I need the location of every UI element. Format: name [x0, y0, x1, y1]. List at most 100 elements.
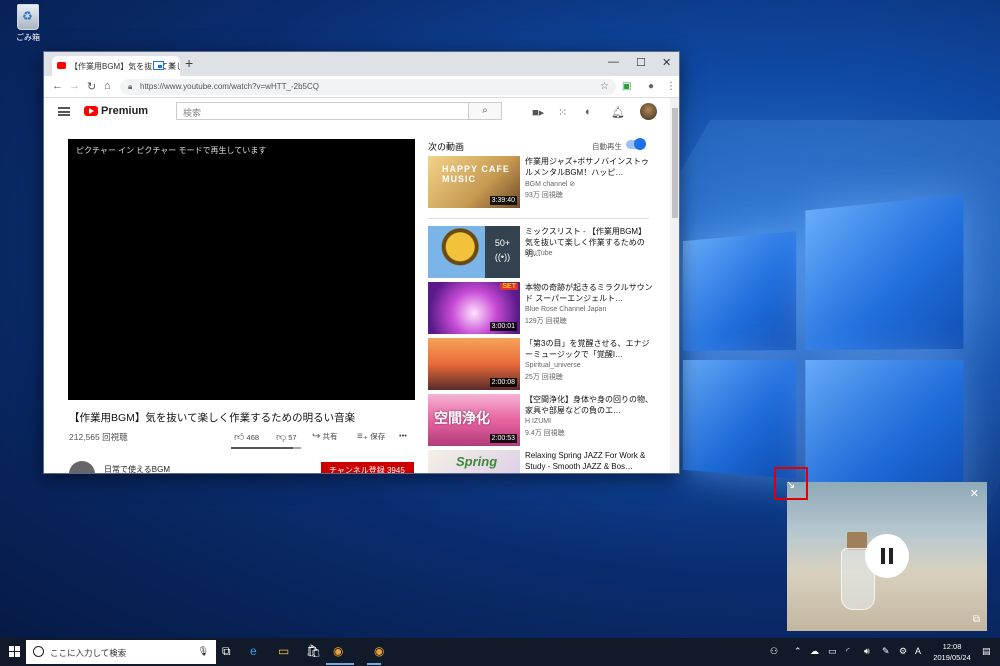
recommendation-thumbnail[interactable]: 2:00:08 — [428, 338, 520, 390]
youtube-brand[interactable]: Premium — [101, 105, 148, 117]
recycle-bin-shortcut[interactable]: ごみ箱 — [10, 4, 46, 43]
bookmark-star-icon[interactable]: ☆ — [600, 81, 609, 92]
youtube-header: Premium 検索 ⌕ ■▸ ⁙ ◐ 🔔︎ — [44, 98, 670, 126]
picture-in-picture-indicator-icon — [153, 61, 164, 70]
recommendation-thumbnail[interactable]: HAPPY CAFE MUSIC 3:39:40 — [428, 156, 520, 208]
show-hidden-icons-chevron-icon[interactable]: ⌃ — [794, 646, 802, 657]
forward-arrow-icon[interactable]: → — [69, 80, 80, 92]
close-window-button[interactable]: ✕ — [662, 56, 671, 69]
recommendation-thumbnail[interactable]: Spring — [428, 450, 520, 473]
playlist-count: 50+ — [494, 238, 511, 248]
recommendation-thumbnail[interactable]: 空間浄化 2:00:53 — [428, 394, 520, 446]
recommendation-item[interactable]: HAPPY CAFE MUSIC 3:39:40 作業用ジャズ+ボサノバインスト… — [428, 156, 658, 208]
start-windows-icon[interactable] — [9, 646, 21, 658]
maximize-button[interactable]: ☐ — [636, 56, 646, 69]
page-scrollbar[interactable] — [670, 98, 679, 473]
duration-badge: 2:00:53 — [489, 434, 517, 443]
share-icon: ↪ — [312, 431, 321, 442]
video-player[interactable]: ピクチャー イン ピクチャー モードで再生しています — [68, 139, 415, 400]
recommendation-title[interactable]: 本物の奇跡が起きるミラクルサウンド スーパーエンジェルト… — [525, 282, 653, 304]
pip-close-button[interactable]: ✕ — [970, 487, 979, 500]
subscribe-button[interactable]: チャンネル登録 3945 — [321, 462, 414, 473]
youtube-logo-icon[interactable] — [84, 106, 98, 116]
like-count: 468 — [246, 433, 260, 442]
recommendation-title[interactable]: 【空間浄化】身体や身の回りの物、家具や部屋などの負のエ… — [525, 394, 653, 416]
microphone-icon[interactable]: 🎙︎ — [198, 646, 209, 657]
picture-in-picture-window[interactable]: ✕ ⧉ — [787, 482, 987, 631]
recommendation-title[interactable]: 作業用ジャズ+ボサノバインストゥルメンタルBGM！ハッピ… — [525, 156, 653, 178]
more-actions-button[interactable]: ••• — [399, 431, 407, 440]
notifications-bell-icon[interactable]: 🔔︎ — [611, 106, 625, 119]
extension-icon[interactable]: ▣ — [622, 81, 631, 92]
chrome-taskbar-icon[interactable]: ◉ — [333, 644, 343, 658]
clock-date: 2019/05/24 — [933, 653, 971, 662]
apps-grid-icon[interactable]: ⁙ — [558, 106, 567, 119]
recycle-bin-icon — [17, 4, 39, 30]
profile-avatar-icon[interactable]: ● — [648, 81, 654, 92]
save-button[interactable]: ≡₊ 保存 — [357, 431, 385, 442]
settings-gear-icon[interactable]: ⚙ — [899, 646, 907, 657]
taskbar: ここに入力して検索 🎙︎ ⧉ e ▭ 🛍︎ ◉ ◉ ⚇ ⌃ ☁ ▭ ◜ 🔊︎ ✎… — [0, 638, 1000, 666]
recommendation-item[interactable]: 2:00:08 「第3の目」を覚醒させる、エナジーミュージックで「覚醒I… Sp… — [428, 338, 658, 390]
file-explorer-icon[interactable]: ▭ — [278, 644, 289, 658]
channel-name[interactable]: 日常で使えるBGM — [104, 464, 170, 473]
recommendation-channel: Spiritual_universe — [525, 362, 581, 369]
home-icon[interactable]: ⌂ — [104, 80, 111, 92]
notifications-icon[interactable]: ▤ — [982, 646, 991, 657]
reload-icon[interactable]: ↻ — [87, 80, 96, 93]
autoplay-toggle[interactable] — [626, 138, 646, 150]
hamburger-menu-icon[interactable] — [58, 107, 70, 116]
people-icon[interactable]: ⚇ — [770, 646, 778, 657]
pen-icon[interactable]: ✎ — [882, 646, 890, 657]
recommendation-title[interactable]: Relaxing Spring JAZZ For Work & Study - … — [525, 450, 653, 472]
resize-handle-icon[interactable]: ↘ — [786, 478, 795, 491]
share-label: 共有 — [322, 432, 338, 441]
thumbnail-text: SET — [500, 283, 518, 290]
share-button[interactable]: ↪ 共有 — [312, 431, 337, 442]
youtube-search-input[interactable]: 検索 — [176, 102, 469, 120]
recommendation-thumbnail[interactable]: SET 3:00:01 — [428, 282, 520, 334]
system-clock[interactable]: 12:08 2019/05/24 — [930, 641, 974, 663]
back-arrow-icon[interactable]: ← — [52, 80, 63, 92]
recommendation-item[interactable]: 50+ ((•)) ミックスリスト - 【作業用BGM】気を抜いて楽しく作業する… — [428, 226, 658, 278]
thumbnail-text: 空間浄化 — [434, 410, 490, 426]
like-button[interactable]: 👍︎ 468 — [234, 431, 259, 443]
address-bar[interactable]: 🔒︎ https://www.youtube.com/watch?v=wHTT_… — [120, 79, 616, 95]
channel-avatar[interactable] — [69, 461, 95, 473]
recommendation-item[interactable]: 空間浄化 2:00:53 【空間浄化】身体や身の回りの物、家具や部屋などの負のエ… — [428, 394, 658, 446]
recommendation-title[interactable]: 「第3の目」を覚醒させる、エナジーミュージックで「覚醒I… — [525, 338, 653, 360]
account-avatar[interactable] — [640, 103, 657, 120]
save-label: 保存 — [370, 432, 386, 441]
recommendation-channel: H IZUMI — [525, 418, 552, 425]
recommendation-item[interactable]: Spring Relaxing Spring JAZZ For Work & S… — [428, 450, 658, 473]
create-video-icon[interactable]: ■▸ — [532, 106, 544, 119]
store-icon[interactable]: 🛍︎ — [306, 644, 321, 658]
recommendation-views: 9.4万 回視聴 — [525, 430, 565, 437]
volume-icon[interactable]: 🔊︎ — [864, 646, 870, 657]
minimize-button[interactable]: — — [608, 56, 619, 68]
like-ratio-bar — [231, 447, 301, 449]
recommendation-views: 93万 回視聴 — [525, 192, 563, 199]
task-view-icon[interactable]: ⧉ — [222, 644, 231, 659]
wifi-icon[interactable]: ◜ — [846, 646, 850, 657]
tab-close-button[interactable]: ✕ — [168, 60, 176, 71]
dislike-button[interactable]: 👎︎ 57 — [276, 431, 297, 443]
new-tab-button[interactable]: + — [185, 55, 193, 71]
chrome-second-icon[interactable]: ◉ — [374, 644, 384, 658]
back-to-tab-icon[interactable]: ⧉ — [973, 614, 980, 625]
onedrive-cloud-icon[interactable]: ☁ — [810, 646, 819, 657]
edge-browser-icon[interactable]: e — [250, 644, 257, 658]
tab-youtube[interactable]: 【作業用BGM】気を抜いて楽し ✕ — [52, 56, 180, 76]
messages-icon[interactable]: ◐ — [585, 106, 592, 118]
search-icon[interactable]: ⌕ — [468, 102, 502, 120]
thumbs-up-icon: 👍︎ — [234, 432, 245, 443]
input-method-icon[interactable]: A — [915, 646, 921, 656]
chrome-window[interactable]: 【作業用BGM】気を抜いて楽し ✕ + — ☐ ✕ ← → ↻ ⌂ 🔒︎ htt… — [43, 51, 680, 474]
recommendation-item[interactable]: SET 3:00:01 本物の奇跡が起きるミラクルサウンド スーパーエンジェルト… — [428, 282, 658, 334]
pause-button[interactable] — [865, 534, 909, 578]
chrome-menu-icon[interactable]: ⋮ — [666, 81, 676, 92]
display-icon[interactable]: ▭ — [828, 646, 837, 657]
duration-badge: 3:00:01 — [489, 322, 517, 331]
taskbar-search-input[interactable]: ここに入力して検索 🎙︎ — [26, 640, 216, 664]
recommendation-thumbnail[interactable]: 50+ ((•)) — [428, 226, 520, 278]
